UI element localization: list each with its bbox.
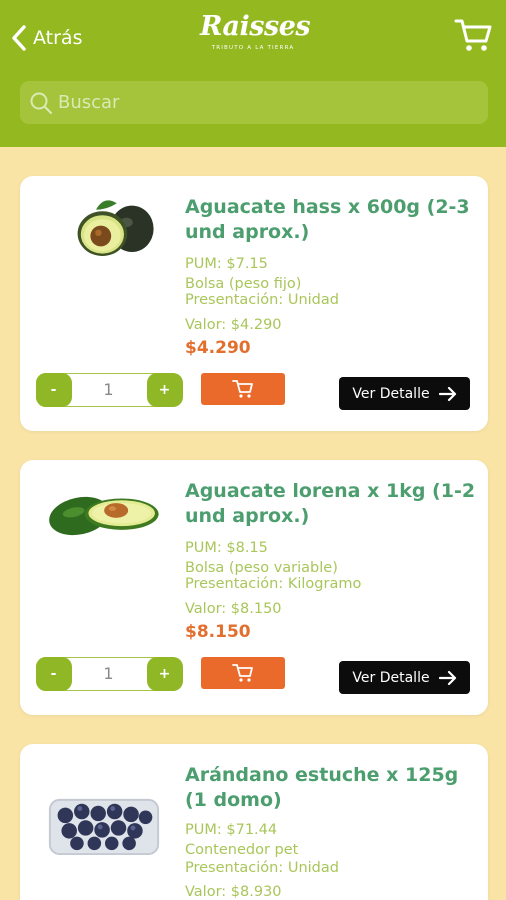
- product-title: Arándano estuche x 125g (1 domo): [185, 764, 459, 811]
- logo-wordmark: Raisses: [200, 11, 311, 42]
- search-input[interactable]: [58, 92, 458, 113]
- search-icon: [30, 92, 53, 114]
- product-pum: PUM: $8.15: [185, 540, 268, 556]
- product-price: $4.290: [185, 338, 251, 358]
- product-packaging: Contenedor pet: [185, 842, 299, 858]
- product-title: Aguacate lorena x 1kg (1-2 und aprox.): [185, 480, 476, 527]
- product-presentation: Presentación: Unidad: [185, 860, 339, 876]
- logo-tagline: TRIBUTO A LA TIERRA: [211, 45, 295, 51]
- chevron-left-icon: [12, 25, 26, 51]
- decrease-quantity-button[interactable]: -: [35, 656, 72, 691]
- product-image-lorena-avocado: [49, 496, 159, 536]
- arrow-right-icon: [438, 670, 456, 685]
- product-valor: Valor: $8.150: [185, 601, 282, 617]
- view-detail-label: Ver Detalle: [352, 385, 430, 402]
- brand-logo: Raisses TRIBUTO A LA TIERRA: [200, 10, 311, 60]
- view-detail-button[interactable]: Ver Detalle: [339, 377, 470, 410]
- add-to-cart-button[interactable]: [201, 657, 285, 689]
- product-pum: PUM: $71.44: [185, 822, 278, 838]
- shopping-cart-icon[interactable]: [454, 17, 492, 53]
- product-card: Arándano estuche x 125g (1 domo) PUM: $7…: [20, 744, 488, 900]
- increase-quantity-button[interactable]: +: [146, 372, 183, 407]
- product-price: $8.150: [185, 622, 251, 642]
- back-label: Atrás: [33, 27, 83, 49]
- cart-icon: [232, 664, 253, 682]
- view-detail-label: Ver Detalle: [352, 669, 430, 686]
- search-bar: [20, 81, 488, 124]
- cart-icon: [232, 380, 253, 398]
- app-header: Atrás Raisses TRIBUTO A LA TIERRA: [0, 0, 506, 147]
- product-valor: Valor: $8.930: [185, 884, 282, 900]
- view-detail-button[interactable]: Ver Detalle: [339, 661, 470, 694]
- decrease-quantity-button[interactable]: -: [35, 372, 72, 407]
- quantity-value[interactable]: 1: [73, 658, 144, 689]
- back-button[interactable]: Atrás: [10, 22, 82, 54]
- quantity-stepper: - 1 +: [35, 372, 183, 407]
- quantity-stepper: - 1 +: [35, 656, 183, 691]
- product-title: Aguacate hass x 600g (2-3 und aprox.): [185, 196, 470, 243]
- product-card: Aguacate hass x 600g (2-3 und aprox.) PU…: [20, 176, 488, 431]
- quantity-value[interactable]: 1: [73, 374, 144, 405]
- product-card: Aguacate lorena x 1kg (1-2 und aprox.) P…: [20, 460, 488, 715]
- add-to-cart-button[interactable]: [201, 373, 285, 405]
- product-image-hass-avocado: [77, 200, 154, 256]
- product-valor: Valor: $4.290: [185, 317, 282, 333]
- product-pum: PUM: $7.15: [185, 256, 268, 272]
- product-image-blueberries: [48, 798, 160, 855]
- product-presentation: Presentación: Unidad: [185, 292, 339, 308]
- arrow-right-icon: [438, 386, 456, 401]
- increase-quantity-button[interactable]: +: [146, 656, 183, 691]
- product-presentation: Presentación: Kilogramo: [185, 576, 362, 592]
